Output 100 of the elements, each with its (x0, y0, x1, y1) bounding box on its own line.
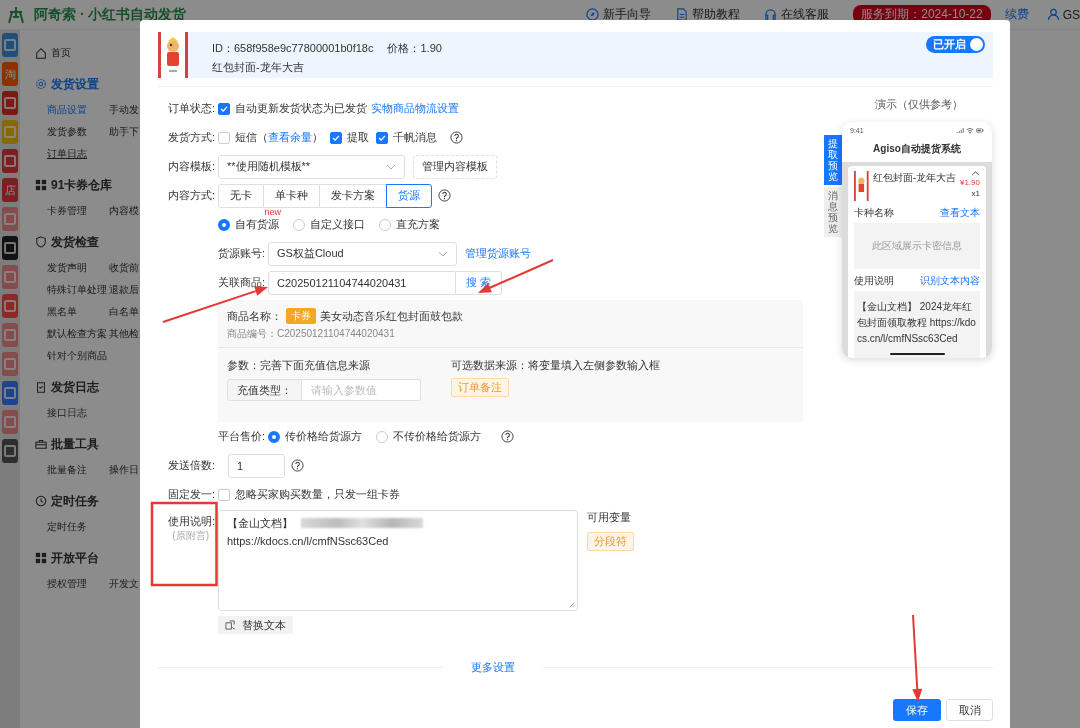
menu-section-title[interactable]: 91卡券仓库 (51, 176, 113, 194)
menu-item[interactable]: 接口日志 (47, 402, 109, 424)
replace-text-button[interactable]: 替换文本 (218, 616, 293, 634)
text-area[interactable]: 【金山文档】 https://kdocs.cn/l/cmfNSsc63Ced (218, 510, 578, 611)
help-icon[interactable] (501, 430, 514, 443)
user-name[interactable]: GS (1062, 7, 1080, 22)
dropdown[interactable]: GS权益Cloud (268, 241, 457, 266)
radio-label: 直充方案 (396, 217, 440, 232)
link[interactable]: 管理货源账号 (465, 246, 531, 261)
menu-item[interactable]: 商品设置 (47, 99, 109, 121)
app-icon[interactable] (2, 236, 18, 260)
segment-tab[interactable]: 货源 (386, 183, 432, 208)
menu-item[interactable]: 发货声明 (47, 257, 109, 279)
checkbox[interactable] (330, 131, 342, 144)
checkbox[interactable] (376, 131, 388, 144)
app-icon[interactable] (2, 323, 18, 347)
menu-item[interactable]: 订单日志 (47, 143, 109, 165)
help-icon[interactable] (450, 131, 463, 144)
menu-item[interactable]: 授权管理 (47, 573, 109, 595)
dropdown[interactable]: **使用随机模板** (218, 154, 405, 179)
product-id: ID：658f958e9c77800001b0f18c (212, 42, 374, 54)
menu-item[interactable]: 批量备注 (47, 459, 109, 481)
menu-item[interactable]: 针对个别商品 (47, 345, 109, 367)
checkbox[interactable] (218, 102, 230, 115)
segment-tab[interactable]: 无卡 (218, 183, 264, 208)
renew-link[interactable]: 续费 (1004, 6, 1029, 23)
clock-icon (35, 495, 47, 507)
logo-icon (6, 4, 26, 25)
menu-section-title[interactable]: 发货设置 (51, 75, 99, 93)
radio-button[interactable] (268, 430, 280, 443)
menu-item[interactable]: 特殊订单处理 (47, 279, 109, 301)
preview-tab[interactable]: 消息预览 (824, 187, 842, 237)
cancel-button[interactable]: 取消 (946, 699, 993, 721)
app-icon[interactable] (2, 91, 18, 115)
headset-icon[interactable] (764, 8, 778, 21)
compass-icon[interactable] (586, 8, 600, 21)
menu-item[interactable]: 定时任务 (47, 516, 109, 538)
segment-tab[interactable]: 单卡种 (263, 183, 320, 208)
checkbox[interactable] (218, 488, 230, 501)
menu-section-title[interactable]: 批量工具 (51, 435, 99, 453)
link[interactable]: 实物商品物流设置 (371, 101, 459, 116)
help-icon[interactable] (438, 189, 451, 202)
app-title: Agiso自动提货系统 (873, 142, 961, 156)
checkbox[interactable] (218, 131, 230, 144)
menu-section-title[interactable]: 开放平台 (51, 549, 99, 567)
variables-label: 可用变量 (587, 510, 631, 525)
help-icon[interactable] (291, 459, 304, 472)
link[interactable]: 查看余量 (268, 131, 312, 143)
app-icon[interactable] (2, 294, 18, 318)
menu-item[interactable]: 首页 (51, 46, 71, 60)
menu-item[interactable]: 默认检查方案 (47, 323, 109, 345)
header-link[interactable]: 在线客服 (764, 6, 830, 23)
number-field[interactable]: 1 (228, 453, 285, 478)
input-field[interactable]: 请输入参数值 (302, 379, 421, 401)
app-icon[interactable] (2, 33, 18, 57)
app-icon[interactable] (2, 265, 18, 289)
link[interactable]: 识别文本内容 (920, 274, 980, 288)
app-icon[interactable] (2, 439, 18, 463)
product-code: 商品编号：C20250121104744020431 (227, 327, 396, 341)
menu-section-title[interactable]: 定时任务 (51, 492, 99, 510)
product-price: 价格：1.90 (387, 42, 442, 54)
new-label: new (264, 207, 281, 217)
header-link[interactable]: 新手向导 (586, 6, 652, 23)
toggle-switch[interactable]: 已开启 (926, 36, 985, 53)
segment-tab[interactable]: 发卡方案 (319, 183, 387, 208)
link[interactable]: 查看文本 (940, 206, 980, 220)
document-icon[interactable] (675, 8, 689, 21)
header-link[interactable]: 帮助教程 (675, 6, 741, 23)
checkbox-label: 忽略买家购买数量，只发一组卡券 (235, 487, 400, 502)
menu-section-title[interactable]: 发货日志 (51, 378, 99, 396)
caret-up-icon[interactable] (971, 171, 980, 176)
gear-icon (35, 78, 47, 90)
menu-section-title[interactable]: 发货检查 (51, 233, 99, 251)
app-icon[interactable] (2, 207, 18, 231)
search-button[interactable]: 搜 索 (456, 270, 502, 295)
manage-template-button[interactable]: 管理内容模板 (413, 154, 497, 179)
user-icon[interactable] (1046, 8, 1060, 21)
product-price: ¥1.90 (959, 178, 980, 187)
preview-tab[interactable]: 提取预览 (824, 135, 842, 185)
radio-button[interactable] (218, 218, 230, 231)
checkbox-label: 千帆消息 (393, 130, 437, 145)
app-icon[interactable] (2, 381, 18, 405)
save-button[interactable]: 保存 (893, 699, 941, 721)
params-hint: 参数：完善下面充值信息来源 (227, 358, 370, 373)
field-label: 订单状态: (166, 101, 216, 116)
input-field[interactable]: C20250121104744020431 (268, 270, 456, 295)
resize-grip-icon[interactable] (568, 601, 575, 608)
menu-item[interactable]: 黑名单 (47, 301, 109, 323)
radio-label: 自定义接口 (310, 217, 365, 232)
app-icon[interactable] (2, 410, 18, 434)
section-label: 卡种名称 (854, 206, 894, 220)
app-icon[interactable] (2, 149, 18, 173)
app-icon[interactable] (2, 352, 18, 376)
battery-icon (976, 127, 984, 134)
field-label: 固定发一: (166, 487, 216, 502)
more-settings-link[interactable]: 更多设置 (471, 660, 515, 675)
menu-item[interactable]: 发货参数 (47, 121, 109, 143)
toolbox-icon (35, 438, 47, 450)
menu-item[interactable]: 卡券管理 (47, 200, 109, 222)
app-icon[interactable]: 店 (2, 178, 18, 202)
